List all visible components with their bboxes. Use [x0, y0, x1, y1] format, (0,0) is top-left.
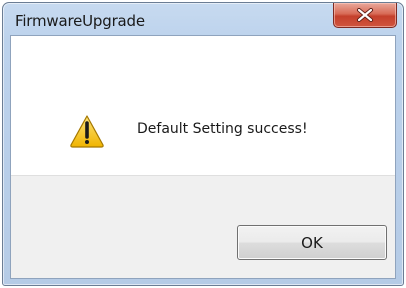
dialog-message: Default Setting success! [137, 121, 308, 137]
close-icon [334, 3, 396, 27]
dialog-window: FirmwareUpgrade Default Setting success!… [2, 2, 404, 286]
title-bar[interactable]: FirmwareUpgrade [3, 3, 403, 37]
warning-icon [69, 114, 105, 148]
message-area: Default Setting success! [11, 36, 395, 175]
window-title: FirmwareUpgrade [15, 12, 145, 30]
dialog-client-area: Default Setting success! OK [10, 35, 396, 279]
ok-button[interactable]: OK [237, 225, 387, 260]
button-bar: OK [11, 175, 395, 278]
close-button[interactable] [333, 3, 397, 28]
